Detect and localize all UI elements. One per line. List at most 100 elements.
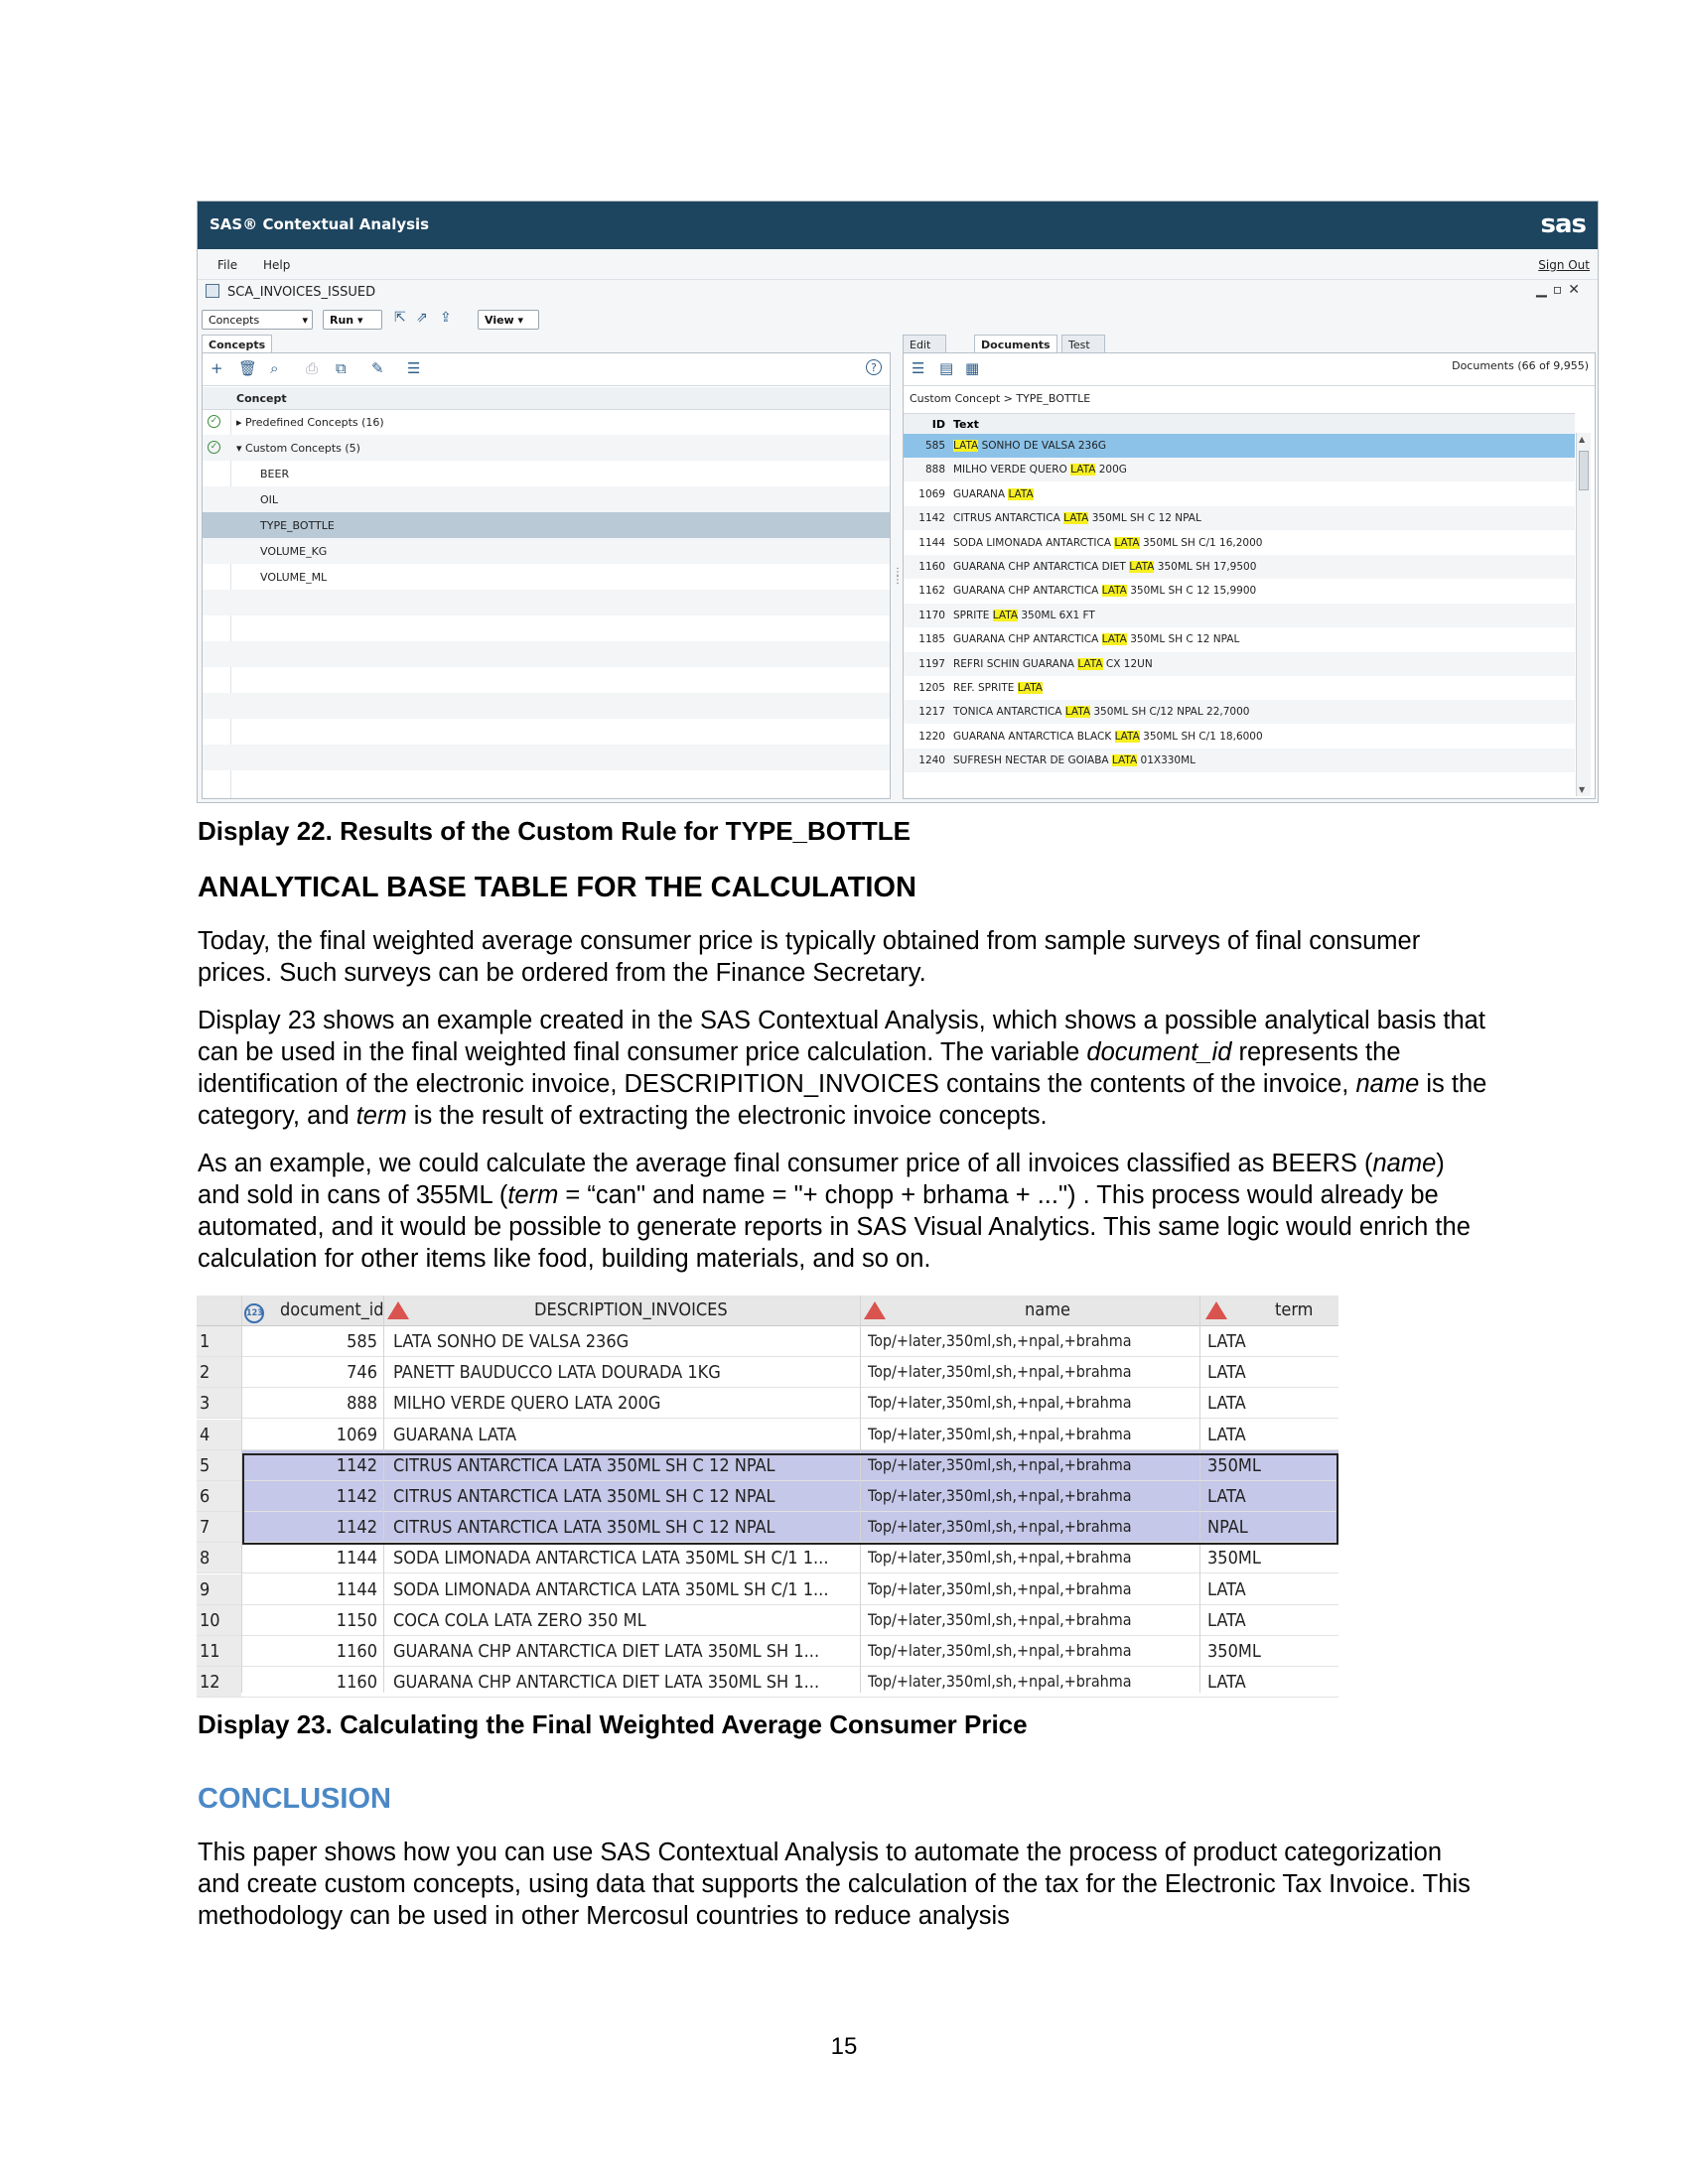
main-toolbar: Concepts ▾ Run ▾ ⇱ ⇗ ⇪ View ▾ [198, 305, 1598, 335]
table-row[interactable]: 10 1150 COCA COLA LATA ZERO 350 ML Top/+lat… [197, 1604, 1338, 1636]
concepts-panel: + 🗑 ⌕ ⎙ ⧉ ✎ ☰ ? Concept ✓ ▸ Predefined Co… [202, 352, 891, 799]
document-id: 1185 [918, 633, 945, 646]
table-row[interactable]: 12 1160 GUARANA CHP ANTARCTICA DIET LATA 3… [197, 1667, 1338, 1699]
cell-term: LATA [1207, 1672, 1246, 1694]
check-icon: ✓ [208, 415, 220, 428]
copy-icon[interactable]: ⧉ [336, 359, 347, 377]
grid-view-icon[interactable]: ▦ [965, 359, 979, 377]
document-row[interactable]: 1217 TONICA ANTARCTICA LATA 350ML SH C/12… [904, 700, 1575, 725]
concept-row[interactable]: BEER [203, 461, 890, 486]
paragraph-4: This paper shows how you can use SAS Con… [198, 1839, 1471, 1930]
row-number: 9 [197, 1573, 241, 1604]
document-row[interactable]: 1142 CITRUS ANTARCTICA LATA 350ML SH C 12… [904, 506, 1575, 531]
document-row[interactable]: 585 LATA SONHO DE VALSA 236G [904, 434, 1575, 458]
menu-help[interactable]: Help [263, 258, 290, 272]
match-highlight: LATA [1101, 633, 1127, 646]
table-row[interactable]: 9 1144 SODA LIMONADA ANTARCTICA LATA 350ML… [197, 1573, 1338, 1605]
concept-row[interactable]: TYPE_BOTTLE [203, 512, 890, 538]
print-icon[interactable]: ⎙ [306, 359, 318, 377]
table-row[interactable]: 1 585 LATA SONHO DE VALSA 236G Top/+later,3… [197, 1326, 1338, 1357]
tab-edit-rules[interactable]: Edit Rules [903, 335, 946, 364]
tab-concepts[interactable]: Concepts [202, 335, 273, 353]
document-text: GUARANA CHP ANTARCTICA LATA 350ML SH C 1… [953, 585, 1257, 598]
select-icon[interactable]: ⇱ [394, 310, 406, 326]
document-row[interactable]: 1160 GUARANA CHP ANTARCTICA DIET LATA 350… [904, 555, 1575, 579]
document-row[interactable]: 1170 SPRITE LATA 350ML 6X1 FT [904, 603, 1575, 627]
sign-out-link[interactable]: Sign Out [1538, 258, 1590, 272]
document-text: GUARANA LATA [953, 487, 1034, 500]
rename-icon[interactable]: ⌕ [270, 359, 278, 377]
run-button[interactable]: Run ▾ [323, 310, 382, 330]
cell-term: LATA [1207, 1331, 1246, 1352]
sca-screenshot: SAS® Contextual Analysis sas File Help S… [197, 201, 1599, 803]
cell-name: Top/+later,350ml,sh,+npal,+brahma [868, 1362, 1132, 1382]
header-name: name [1025, 1299, 1070, 1320]
cell-document-id: 888 [347, 1393, 377, 1415]
document-text: CITRUS ANTARCTICA LATA 350ML SH C 12 NPA… [953, 512, 1201, 525]
table-row[interactable]: 11 1160 GUARANA CHP ANTARCTICA DIET LATA 3… [197, 1636, 1338, 1667]
edit-icon[interactable]: ✎ [371, 359, 384, 377]
panel-splitter[interactable]: ⋮ ⋮ [893, 568, 903, 599]
document-id: 1217 [918, 706, 945, 719]
character-icon [864, 1301, 886, 1319]
menu-file[interactable]: File [217, 258, 237, 272]
delete-icon[interactable]: 🗑 [238, 359, 257, 377]
table-row[interactable]: 8 1144 SODA LIMONADA ANTARCTICA LATA 350ML… [197, 1543, 1338, 1574]
documents-count: Documents (66 of 9,955) [1452, 359, 1589, 372]
list-view-icon[interactable]: ☰ [912, 359, 924, 377]
document-row[interactable]: 1220 GUARANA ANTARCTICA BLACK LATA 350ML … [904, 725, 1575, 749]
table-row[interactable]: 4 1069 GUARANA LATA Top/+later,350ml,sh,+np… [197, 1419, 1338, 1450]
document-id: 1162 [918, 585, 945, 598]
tab-test-rules[interactable]: Test Rules [1061, 335, 1105, 364]
cell-document-id: 1144 [336, 1578, 377, 1600]
document-row[interactable]: 1162 GUARANA CHP ANTARCTICA LATA 350ML SH… [904, 579, 1575, 603]
tab-documents[interactable]: Documents [974, 335, 1057, 353]
header-description: DESCRIPTION_INVOICES [534, 1299, 728, 1320]
concept-row[interactable]: ✓ ▸ Predefined Concepts (16) [203, 409, 890, 435]
match-highlight: LATA [1070, 464, 1096, 477]
table-row[interactable]: 2 746 PANETT BAUDUCCO LATA DOURADA 1KG Top/… [197, 1357, 1338, 1389]
empty-row [203, 667, 890, 693]
concept-label: OIL [260, 493, 279, 506]
concept-label: ▾ Custom Concepts (5) [236, 442, 360, 455]
row-number: 1 [197, 1326, 241, 1356]
cell-term: LATA [1207, 1393, 1246, 1415]
cell-term: LATA [1207, 1362, 1246, 1384]
match-highlight: LATA [992, 609, 1019, 621]
document-text: GUARANA ANTARCTICA BLACK LATA 350ML SH C… [953, 730, 1263, 743]
section-heading-conclusion: CONCLUSION [198, 1783, 391, 1815]
cell-document-id: 1150 [336, 1609, 377, 1631]
list-icon[interactable]: ☰ [407, 359, 420, 377]
sas-logo: sas [1540, 209, 1587, 239]
row-number: 10 [197, 1604, 241, 1635]
window-controls[interactable]: ▁▫✕ [1536, 282, 1586, 298]
concept-row[interactable]: OIL [203, 486, 890, 512]
document-text: SODA LIMONADA ANTARCTICA LATA 350ML SH C… [953, 536, 1263, 549]
document-row[interactable]: 1144 SODA LIMONADA ANTARCTICA LATA 350ML … [904, 531, 1575, 555]
share-icon[interactable]: ⇪ [440, 310, 452, 326]
help-icon[interactable]: ? [866, 359, 882, 375]
export-icon[interactable]: ⇗ [416, 310, 428, 326]
concept-row[interactable]: ✓ ▾ Custom Concepts (5) [203, 435, 890, 461]
document-row[interactable]: 1240 SUFRESH NECTAR DE GOIABA LATA 01X330… [904, 749, 1575, 773]
table-row[interactable]: 3 888 MILHO VERDE QUERO LATA 200G Top/+late… [197, 1388, 1338, 1420]
cell-term: LATA [1207, 1578, 1246, 1600]
document-view-icon[interactable]: ▤ [939, 359, 953, 377]
table-header: 123 document_id DESCRIPTION_INVOICES nam… [197, 1296, 1338, 1326]
match-highlight: LATA [1077, 657, 1103, 670]
document-row[interactable]: 888 MILHO VERDE QUERO LATA 200G [904, 458, 1575, 482]
document-id: 585 [924, 440, 945, 452]
document-row[interactable]: 1185 GUARANA CHP ANTARCTICA LATA 350ML SH… [904, 627, 1575, 651]
concept-row[interactable]: VOLUME_ML [203, 564, 890, 590]
concept-row[interactable]: VOLUME_KG [203, 538, 890, 564]
add-icon[interactable]: + [211, 359, 223, 377]
project-name: SCA_INVOICES_ISSUED [227, 285, 376, 300]
document-row[interactable]: 1205 REF. SPRITE LATA [904, 676, 1575, 700]
view-button[interactable]: View ▾ [478, 310, 539, 330]
concepts-select[interactable]: Concepts ▾ [202, 310, 313, 330]
document-row[interactable]: 1197 REFRI SCHIN GUARANA LATA CX 12UN [904, 651, 1575, 676]
documents-scrollbar[interactable]: ▲ ▼ [1576, 433, 1591, 796]
document-row[interactable]: 1069 GUARANA LATA [904, 482, 1575, 506]
cell-term: LATA [1207, 1609, 1246, 1631]
character-icon [387, 1301, 409, 1319]
